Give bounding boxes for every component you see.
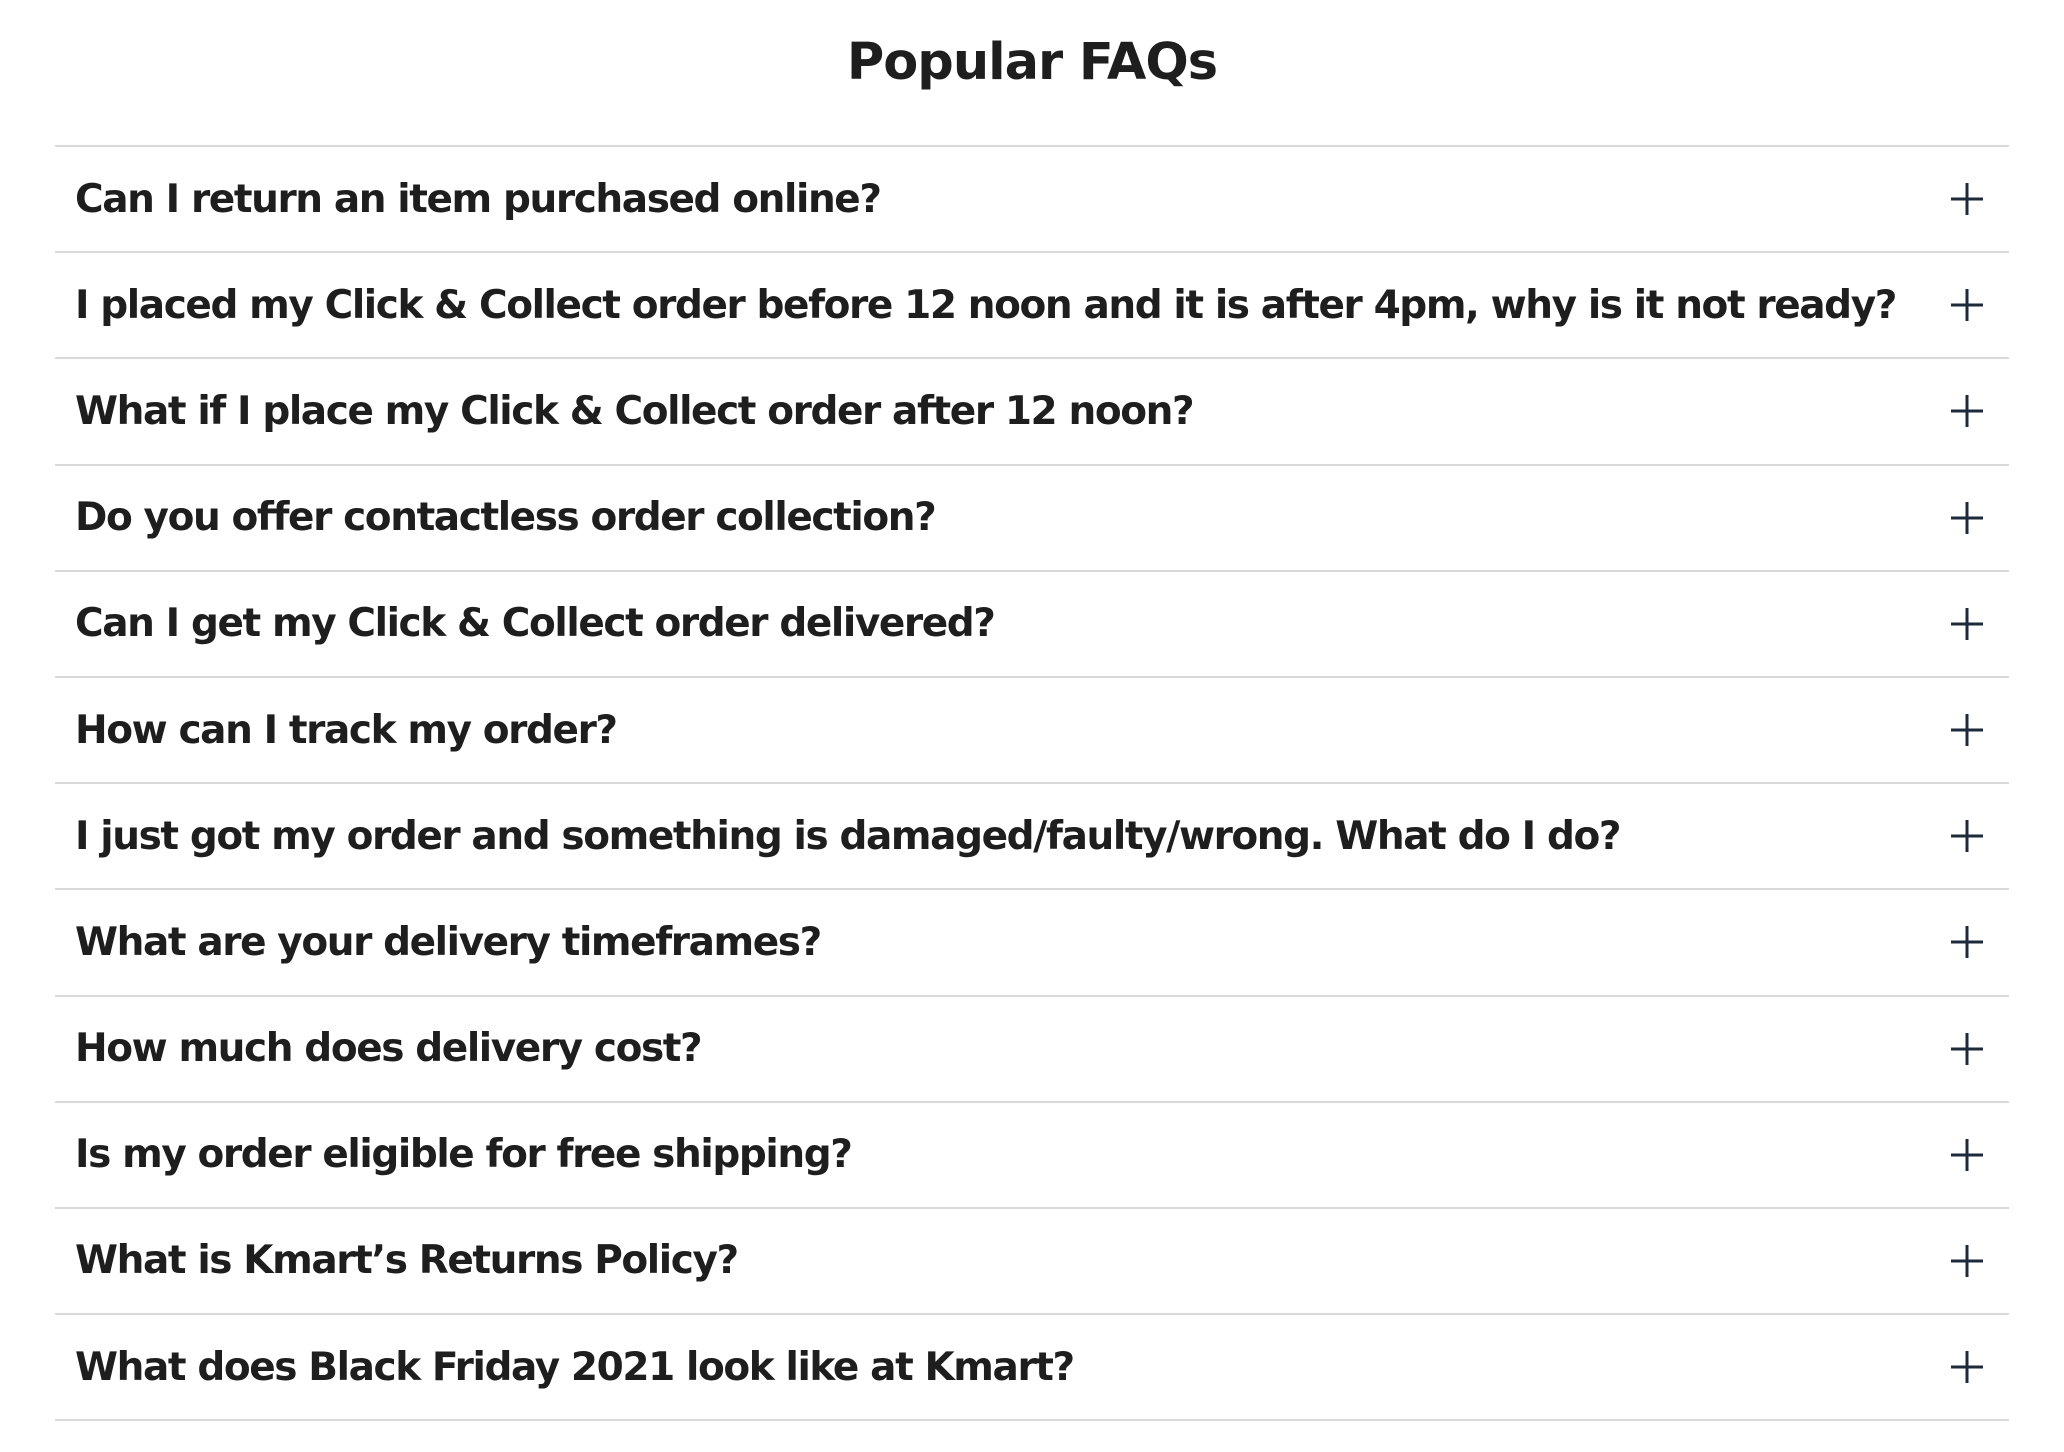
plus-icon[interactable] (1945, 708, 1989, 752)
faq-list: Can I return an item purchased online? I… (55, 145, 2009, 1422)
faq-question: Can I get my Click & Collect order deliv… (75, 601, 996, 647)
faq-item-track-order[interactable]: How can I track my order? (55, 678, 2009, 785)
faq-question: What if I place my Click & Collect order… (75, 388, 1195, 434)
faq-item-free-shipping[interactable]: Is my order eligible for free shipping? (55, 1103, 2009, 1209)
faq-question: What is Kmart’s Returns Policy? (75, 1238, 739, 1284)
plus-icon[interactable] (1945, 1345, 1989, 1389)
faq-item-damaged-order[interactable]: I just got my order and something is dam… (55, 784, 2009, 891)
page-title: Popular FAQs (846, 33, 1218, 92)
faq-section: Popular FAQs Can I return an item purcha… (55, 0, 2009, 1422)
plus-icon[interactable] (1945, 283, 1989, 327)
faq-item-click-collect-delivered[interactable]: Can I get my Click & Collect order deliv… (55, 572, 2009, 678)
faq-question: Can I return an item purchased online? (75, 176, 882, 222)
plus-icon[interactable] (1945, 1133, 1989, 1177)
faq-item-returns-policy[interactable]: What is Kmart’s Returns Policy? (55, 1209, 2009, 1316)
faq-question: What does Black Friday 2021 look like at… (75, 1344, 1075, 1390)
plus-icon[interactable] (1945, 496, 1989, 540)
faq-question: I placed my Click & Collect order before… (75, 282, 1897, 328)
faq-question: Do you offer contactless order collectio… (75, 495, 937, 541)
faq-question: How much does delivery cost? (75, 1026, 703, 1072)
plus-icon[interactable] (1945, 920, 1989, 964)
faq-item-click-collect-after-noon[interactable]: What if I place my Click & Collect order… (55, 359, 2009, 466)
faq-question: How can I track my order? (75, 707, 618, 753)
faq-item-black-friday[interactable]: What does Black Friday 2021 look like at… (55, 1315, 2009, 1422)
plus-icon[interactable] (1945, 1027, 1989, 1071)
plus-icon[interactable] (1945, 177, 1989, 221)
faq-question: I just got my order and something is dam… (75, 813, 1622, 859)
faq-question: What are your delivery timeframes? (75, 919, 822, 965)
plus-icon[interactable] (1945, 1239, 1989, 1283)
plus-icon[interactable] (1945, 602, 1989, 646)
faq-item-contactless-collection[interactable]: Do you offer contactless order collectio… (55, 466, 2009, 572)
plus-icon[interactable] (1945, 814, 1989, 858)
faq-item-delivery-cost[interactable]: How much does delivery cost? (55, 997, 2009, 1103)
faq-item-delivery-timeframes[interactable]: What are your delivery timeframes? (55, 890, 2009, 997)
faq-item-return-online[interactable]: Can I return an item purchased online? (55, 147, 2009, 254)
faq-item-click-collect-not-ready[interactable]: I placed my Click & Collect order before… (55, 253, 2009, 360)
faq-question: Is my order eligible for free shipping? (75, 1132, 853, 1178)
plus-icon[interactable] (1945, 389, 1989, 433)
